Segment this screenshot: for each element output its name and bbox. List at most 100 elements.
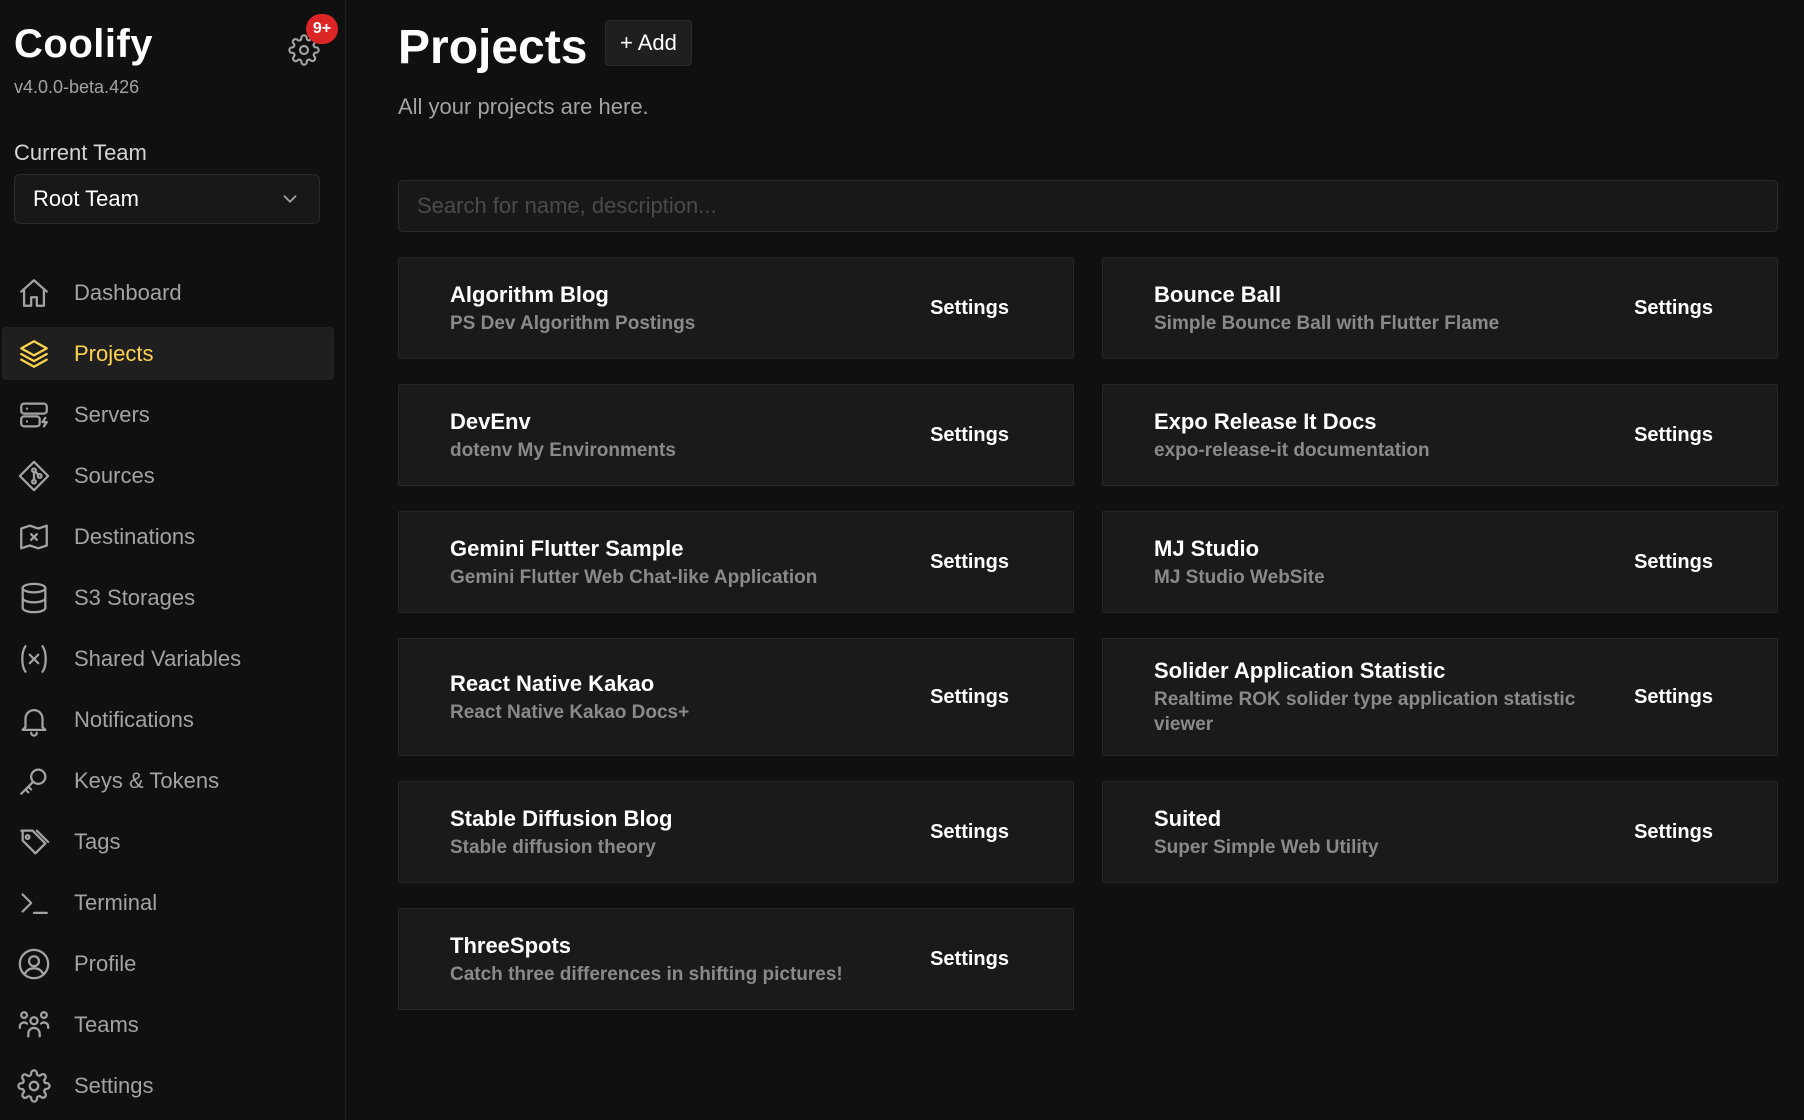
variable-icon [16,641,52,677]
sidebar-item-sources[interactable]: Sources [2,449,334,502]
project-settings-link[interactable]: Settings [1634,686,1713,709]
project-settings-link[interactable]: Settings [930,297,1009,320]
project-card[interactable]: Bounce Ball Simple Bounce Ball with Flut… [1102,257,1778,359]
sidebar-item-label: Tags [74,828,121,854]
team-select-value: Root Team [33,186,139,211]
brand-name[interactable]: Coolify [14,22,153,67]
sidebar-item-label: Keys & Tokens [74,767,220,793]
sidebar-item-s3-storages[interactable]: S3 Storages [2,571,334,624]
project-description: expo-release-it documentation [1154,439,1430,461]
project-title: ThreeSpots [450,932,572,958]
project-settings-link[interactable]: Settings [1634,424,1713,447]
project-card-text: Stable Diffusion Blog Stable diffusion t… [450,805,672,860]
project-description: dotenv My Environments [450,439,676,461]
project-title: Solider Application Statistic [1154,658,1446,683]
key-icon [16,763,52,799]
search-input[interactable] [398,180,1778,232]
page-title: Projects [398,21,588,74]
sidebar-nav: Dashboard Projects Servers Sources Desti… [0,266,346,1120]
project-description: Realtime ROK solider type application st… [1154,689,1576,735]
project-settings-link[interactable]: Settings [930,424,1009,447]
user-icon [16,946,52,982]
sidebar-item-notifications[interactable]: Notifications [2,693,334,746]
sidebar-item-dashboard[interactable]: Dashboard [2,266,334,319]
add-project-button[interactable]: + Add [605,20,692,66]
project-card-text: React Native Kakao React Native Kakao Do… [450,670,689,725]
project-card-text: Gemini Flutter Sample Gemini Flutter Web… [450,535,817,590]
project-card[interactable]: Expo Release It Docs expo-release-it doc… [1102,384,1778,486]
notification-badge[interactable]: 9+ [306,14,338,44]
sidebar-item-label: Teams [74,1011,139,1037]
project-card-text: Bounce Ball Simple Bounce Ball with Flut… [1154,281,1499,336]
project-title: Stable Diffusion Blog [450,805,673,831]
gear-icon [16,1068,52,1104]
tag-icon [16,824,52,860]
sidebar-item-teams[interactable]: Teams [2,998,334,1051]
project-card[interactable]: Solider Application Statistic Realtime R… [1102,638,1778,756]
project-card-text: Expo Release It Docs expo-release-it doc… [1154,408,1430,463]
project-grid: Algorithm Blog PS Dev Algorithm Postings… [398,257,1778,1010]
chevron-down-icon [283,195,297,203]
sidebar: Coolify v4.0.0-beta.426 9+ Current Team … [0,0,346,1120]
sidebar-item-label: S3 Storages [74,584,196,610]
sidebar-item-settings[interactable]: Settings [2,1059,334,1112]
project-settings-link[interactable]: Settings [1634,297,1713,320]
project-settings-link[interactable]: Settings [930,686,1009,709]
sidebar-item-tags[interactable]: Tags [2,815,334,868]
sidebar-item-shared-variables[interactable]: Shared Variables [2,632,334,685]
git-icon [16,458,52,494]
sidebar-item-label: Terminal [74,889,158,915]
project-description: Stable diffusion theory [450,836,656,858]
main-content: Projects + Add All your projects are her… [346,0,1804,1120]
sidebar-item-label: Settings [74,1072,154,1098]
sidebar-item-projects[interactable]: Projects [2,327,334,380]
project-settings-link[interactable]: Settings [930,948,1009,971]
sidebar-item-destinations[interactable]: Destinations [2,510,334,563]
project-description: Super Simple Web Utility [1154,836,1379,858]
project-title: Expo Release It Docs [1154,408,1377,434]
project-card[interactable]: MJ Studio MJ Studio WebSite Settings [1102,511,1778,613]
project-card[interactable]: Suited Super Simple Web Utility Settings [1102,781,1778,883]
project-description: React Native Kakao Docs+ [450,701,690,723]
app-root: Coolify v4.0.0-beta.426 9+ Current Team … [0,0,1804,1120]
brand-version: v4.0.0-beta.426 [14,77,140,97]
project-card[interactable]: React Native Kakao React Native Kakao Do… [398,638,1074,756]
server-icon [16,397,52,433]
terminal-icon [16,885,52,921]
project-card-text: ThreeSpots Catch three differences in sh… [450,932,843,987]
sidebar-item-label: Notifications [74,706,194,732]
database-icon [16,580,52,616]
project-title: MJ Studio [1154,535,1260,561]
sidebar-item-label: Shared Variables [74,645,242,671]
project-card-text: DevEnv dotenv My Environments [450,408,676,463]
project-settings-link[interactable]: Settings [1634,551,1713,574]
current-team-label: Current Team [14,140,147,165]
layers-icon [16,336,52,372]
project-description: Catch three differences in shifting pict… [450,963,843,985]
project-card-text: Algorithm Blog PS Dev Algorithm Postings [450,281,695,336]
team-select[interactable]: Root Team [14,174,320,224]
project-card-text: Solider Application Statistic Realtime R… [1154,657,1594,737]
project-title: DevEnv [450,408,531,434]
project-settings-link[interactable]: Settings [930,821,1009,844]
bell-icon [16,702,52,738]
page-subtitle: All your projects are here. [398,94,649,119]
sidebar-item-terminal[interactable]: Terminal [2,876,334,929]
sidebar-item-label: Projects [74,340,154,366]
project-title: Suited [1154,805,1222,831]
project-settings-link[interactable]: Settings [930,551,1009,574]
sidebar-item-servers[interactable]: Servers [2,388,334,441]
brand: Coolify v4.0.0-beta.426 [14,22,153,98]
project-card[interactable]: Algorithm Blog PS Dev Algorithm Postings… [398,257,1074,359]
project-card[interactable]: Gemini Flutter Sample Gemini Flutter Web… [398,511,1074,613]
project-card[interactable]: ThreeSpots Catch three differences in sh… [398,908,1074,1010]
project-card[interactable]: Stable Diffusion Blog Stable diffusion t… [398,781,1074,883]
sidebar-item-label: Sources [74,462,155,488]
sidebar-item-label: Dashboard [74,279,182,305]
project-description: Simple Bounce Ball with Flutter Flame [1154,312,1500,334]
sidebar-item-keys-tokens[interactable]: Keys & Tokens [2,754,334,807]
project-title: Algorithm Blog [450,281,609,307]
sidebar-item-profile[interactable]: Profile [2,937,334,990]
project-settings-link[interactable]: Settings [1634,821,1713,844]
project-card[interactable]: DevEnv dotenv My Environments Settings [398,384,1074,486]
